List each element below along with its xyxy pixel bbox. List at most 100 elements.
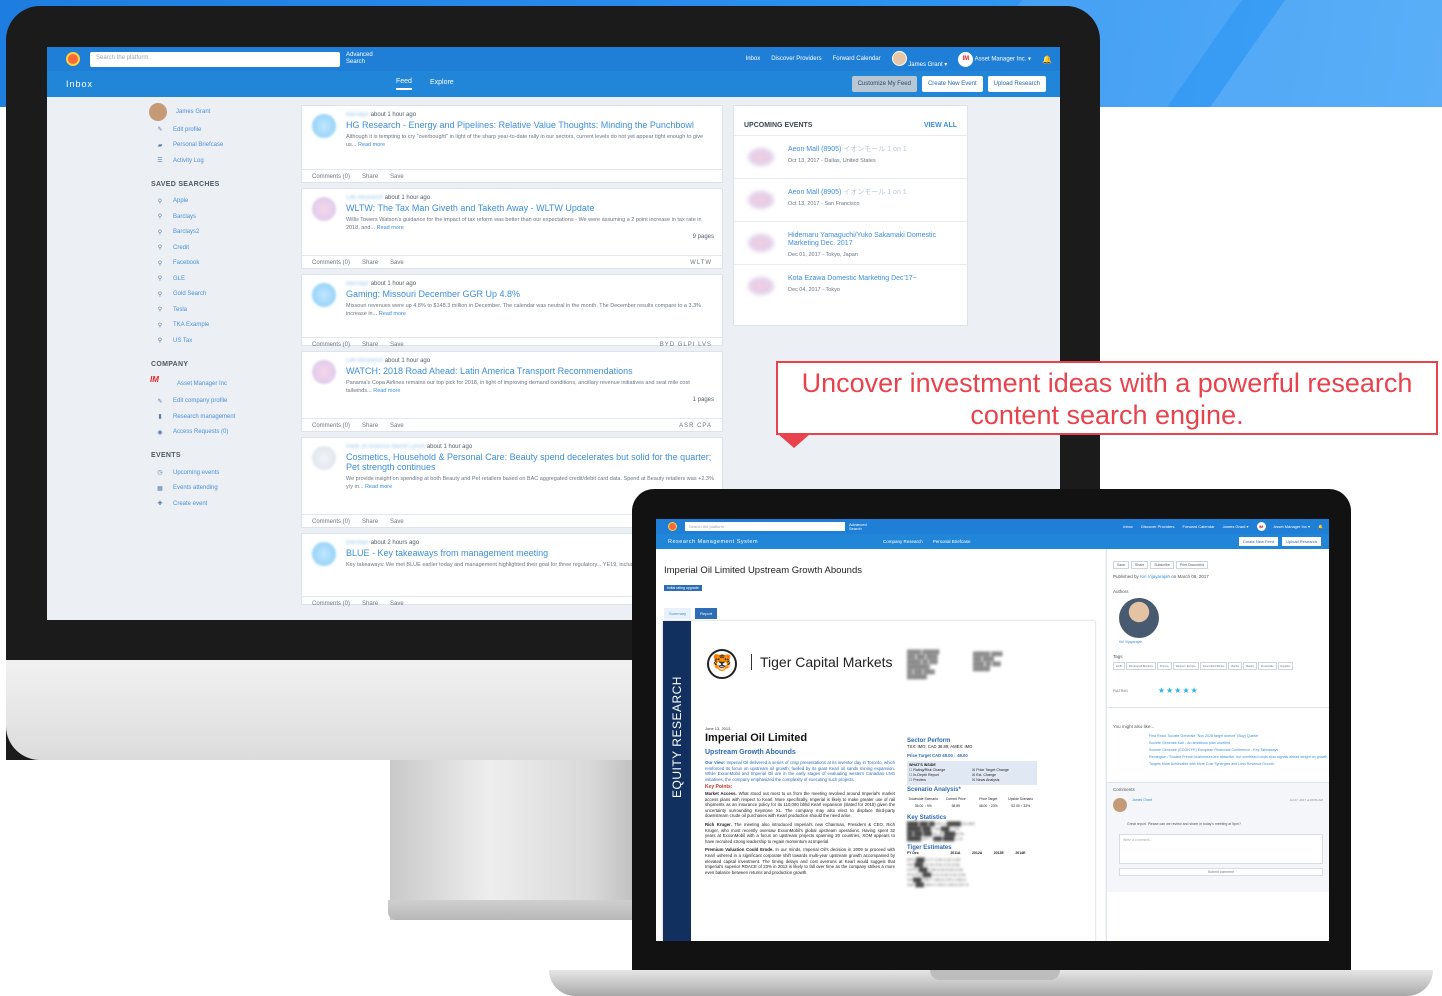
save-link[interactable]: Save	[390, 174, 404, 180]
nav-discover-providers[interactable]: Discover Providers	[771, 56, 821, 62]
event-item[interactable]: Hidemaru Yamaguchi/Yuko Sakamaki Domesti…	[734, 221, 967, 264]
comments-link[interactable]: Comments (0)	[312, 601, 350, 607]
create-feed-button[interactable]: Create New Feed	[1238, 537, 1279, 546]
save-link[interactable]: Save	[390, 342, 404, 348]
tag-chip[interactable]: Banks	[1228, 662, 1243, 670]
event-item[interactable]: Kota Ezawa Domestic Marketing Dec'17~ De…	[734, 264, 967, 307]
card-title-link[interactable]: HG Research - Energy and Pipelines: Rela…	[346, 120, 714, 130]
save-link[interactable]: Save	[390, 601, 404, 607]
comments-link[interactable]: Comments (0)	[312, 174, 350, 180]
saved-search-item[interactable]: ⚲ GLE	[147, 271, 287, 287]
ticker-tags[interactable]: WLTW	[690, 260, 712, 266]
advanced-search-link[interactable]: Advanced Search	[346, 52, 376, 66]
tag-chip[interactable]: Financials	[1257, 662, 1277, 670]
laptop-user-menu[interactable]: James Grant ▾	[1223, 524, 1249, 529]
saved-search-item[interactable]: ⚲ Barclays	[147, 209, 287, 225]
save-link[interactable]: Save	[390, 260, 404, 266]
feed-card[interactable]: Life Research about 1 hour ago WLTW: The …	[301, 188, 723, 269]
upcoming-events-link[interactable]: Upcoming events	[173, 470, 219, 476]
saved-search-item[interactable]: ⚲ Facebook	[147, 256, 287, 272]
tab-summary[interactable]: Summary	[664, 608, 692, 619]
share-link[interactable]: Share	[362, 519, 378, 525]
rating-stars[interactable]: ★★★★★	[1158, 686, 1199, 695]
activity-log-link[interactable]: Activity Log	[173, 158, 204, 164]
share-link[interactable]: Share	[362, 601, 378, 607]
related-report-link[interactable]: Societe Generale Karl - An ambitious pla…	[1149, 740, 1329, 747]
saved-search-item[interactable]: ⚲ Barclays2	[147, 225, 287, 241]
comments-link[interactable]: Comments (0)	[312, 342, 350, 348]
comments-link[interactable]: Comments (0)	[312, 519, 350, 525]
publisher-link[interactable]: Kiri Vijayarajah	[1140, 574, 1170, 579]
app-logo-icon[interactable]	[668, 522, 677, 531]
read-more-link[interactable]: Read more	[358, 142, 385, 148]
org-menu[interactable]: IM Asset Manager Inc. ▾	[958, 51, 1031, 67]
print-button[interactable]: Print Document	[1175, 561, 1209, 569]
event-title[interactable]: Kota Ezawa Domestic Marketing Dec'17~	[788, 275, 967, 283]
share-link[interactable]: Share	[362, 174, 378, 180]
event-title[interactable]: Aeon Mall (8905) イオンモール 1 on 1	[788, 146, 967, 154]
tag-chip[interactable]: Developed Markets	[1125, 662, 1156, 670]
laptop-upload-research-button[interactable]: Upload Research	[1282, 537, 1321, 546]
customize-feed-button[interactable]: Customize My Feed	[851, 76, 917, 92]
edit-company-link[interactable]: Edit company profile	[173, 398, 227, 404]
commenter-name[interactable]: James Grant	[1132, 798, 1152, 802]
bell-icon[interactable]: 🔔	[1042, 55, 1052, 64]
share-link[interactable]: Share	[362, 423, 378, 429]
laptop-nav-inbox[interactable]: Inbox	[1123, 524, 1133, 529]
submit-comment-button[interactable]: Submit comment	[1119, 868, 1323, 876]
tag-chip[interactable]: France	[1156, 662, 1172, 670]
view-all-link[interactable]: VIEW ALL	[924, 122, 957, 129]
personal-briefcase-link[interactable]: Personal Briefcase	[173, 142, 223, 148]
upload-research-button[interactable]: Upload Research	[987, 76, 1046, 92]
card-title-link[interactable]: Cosmetics, Household & Personal Care: Be…	[346, 452, 714, 472]
laptop-nav-calendar[interactable]: Forward Calendar	[1183, 524, 1215, 529]
tag-chip[interactable]: Diversified Banks	[1199, 662, 1228, 670]
comments-link[interactable]: Comments (0)	[312, 260, 350, 266]
profile-name[interactable]: James Grant	[176, 109, 210, 115]
feed-card[interactable]: Barclays about 1 hour ago HG Research - E…	[301, 105, 723, 183]
share-button[interactable]: Share	[1130, 561, 1149, 569]
saved-search-item[interactable]: ⚲ US Tax	[147, 333, 287, 349]
company-name[interactable]: Asset Manager Inc	[177, 381, 227, 387]
event-item[interactable]: Aeon Mall (8905) イオンモール 1 on 1 Oct 13, 20…	[734, 135, 967, 178]
research-management-link[interactable]: Research management	[173, 414, 235, 420]
read-more-link[interactable]: Read more	[377, 225, 404, 231]
saved-search-item[interactable]: ⚲ Apple	[147, 194, 287, 210]
search-input[interactable]: Search the platform	[90, 51, 340, 67]
company-research-tab[interactable]: Company Research	[883, 539, 923, 544]
saved-search-item[interactable]: ⚲ Tesla	[147, 302, 287, 318]
save-link[interactable]: Save	[390, 519, 404, 525]
share-link[interactable]: Share	[362, 342, 378, 348]
tab-explore[interactable]: Explore	[430, 79, 454, 89]
tag-chip[interactable]: ECB	[1113, 662, 1125, 670]
author-avatar[interactable]	[1119, 598, 1159, 638]
read-more-link[interactable]: Read more	[365, 484, 392, 490]
related-report-link[interactable]: Societe Generale (GGGN FK) European Fina…	[1149, 747, 1329, 754]
save-link[interactable]: Save	[390, 423, 404, 429]
comment-input[interactable]: Write a comment...	[1119, 834, 1323, 864]
ticker-tags[interactable]: BYD GLPI LVS	[660, 342, 712, 348]
tab-report[interactable]: Report	[695, 608, 718, 619]
save-button[interactable]: Save	[1113, 561, 1129, 569]
access-requests-link[interactable]: Access Requests (0)	[173, 429, 228, 435]
tag-chip[interactable]: Western Europe	[1172, 662, 1199, 670]
feed-card[interactable]: Barclays about 1 hour ago Gaming: Missour…	[301, 274, 723, 348]
read-more-link[interactable]: Read more	[379, 311, 406, 317]
card-title-link[interactable]: WATCH: 2018 Road Ahead: Latin America Tr…	[346, 366, 714, 376]
laptop-nav-discover[interactable]: Discover Providers	[1141, 524, 1175, 529]
saved-search-item[interactable]: ⚲ Credit	[147, 240, 287, 256]
tab-feed[interactable]: Feed	[396, 78, 412, 90]
related-report-link[interactable]: First Read: Societe Generale "Nov 2028 t…	[1149, 733, 1329, 740]
share-link[interactable]: Share	[362, 260, 378, 266]
tag-chip[interactable]: Equities	[1277, 662, 1294, 670]
tag-chip[interactable]: Banks	[1243, 662, 1257, 670]
edit-profile-link[interactable]: Edit profile	[173, 127, 201, 133]
feed-card[interactable]: Life Research about 1 hour ago WATCH: 201…	[301, 351, 723, 432]
laptop-advanced-search-link[interactable]: Advanced Search	[849, 522, 869, 531]
laptop-org-menu[interactable]: Asset Manager Inc ▾	[1274, 524, 1310, 529]
card-title-link[interactable]: WLTW: The Tax Man Giveth and Taketh Away…	[346, 203, 714, 213]
nav-inbox[interactable]: Inbox	[746, 56, 761, 62]
personal-briefcase-tab[interactable]: Personal Briefcase	[933, 539, 971, 544]
event-title[interactable]: Aeon Mall (8905) イオンモール 1 on 1	[788, 189, 967, 197]
create-event-link[interactable]: Create event	[173, 501, 207, 507]
